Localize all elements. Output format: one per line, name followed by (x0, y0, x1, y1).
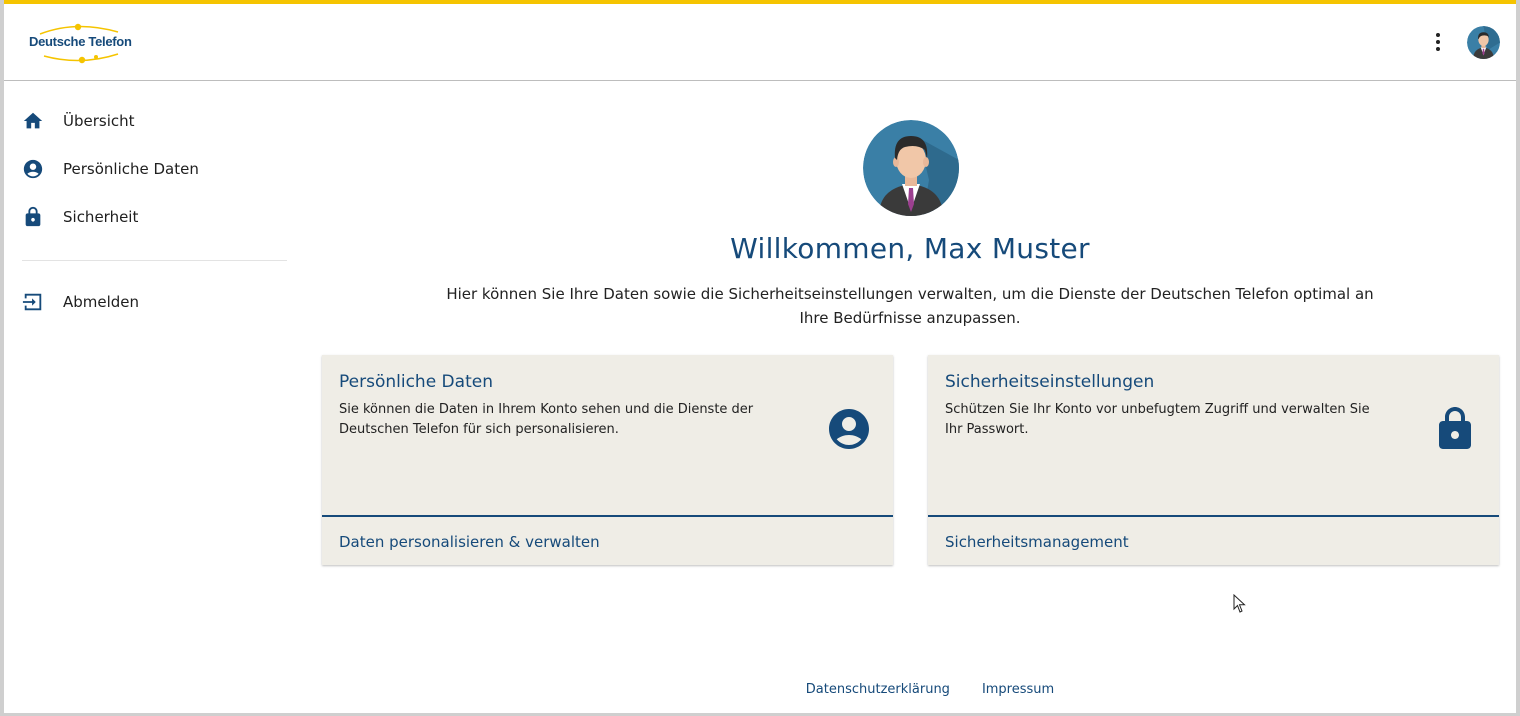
main-content: Willkommen, Max Muster Hier können Sie I… (305, 82, 1515, 702)
card-title: Persönliche Daten (339, 372, 493, 392)
brand-logo[interactable]: Deutsche Telefon (26, 22, 136, 64)
mouse-pointer-icon (1233, 594, 1246, 613)
privacy-policy-link[interactable]: Datenschutzerklärung (806, 682, 950, 697)
sidebar-item-label: Abmelden (63, 293, 140, 311)
security-management-link[interactable]: Sicherheitsmanagement (945, 533, 1129, 551)
sidebar: Übersicht Persönliche Daten Sicherheit A… (4, 82, 304, 702)
card-divider (322, 515, 893, 517)
imprint-link[interactable]: Impressum (982, 682, 1054, 697)
card-personal-data: Persönliche Daten Sie können die Daten i… (322, 355, 893, 565)
lock-icon (22, 206, 44, 228)
profile-avatar (863, 120, 959, 216)
intro-text: Hier können Sie Ihre Daten sowie die Sic… (446, 285, 1374, 327)
footer: Datenschutzerklärung Impressum (305, 682, 1515, 697)
sidebar-item-overview[interactable]: Übersicht (22, 103, 292, 139)
more-vert-icon[interactable] (1426, 30, 1450, 54)
home-icon (22, 110, 44, 132)
welcome-heading: Willkommen, Max Muster (730, 232, 1090, 265)
account-circle-icon (825, 405, 873, 453)
sidebar-item-personal-data[interactable]: Persönliche Daten (22, 151, 292, 187)
sidebar-item-label: Persönliche Daten (63, 160, 199, 178)
sidebar-item-logout[interactable]: Abmelden (22, 284, 292, 320)
app-header: Deutsche Telefon (4, 4, 1516, 81)
sidebar-item-label: Sicherheit (63, 208, 139, 226)
sidebar-divider (22, 260, 287, 261)
card-divider (928, 515, 1499, 517)
sidebar-item-label: Übersicht (63, 112, 135, 130)
personalize-data-link[interactable]: Daten personalisieren & verwalten (339, 533, 600, 551)
card-description: Sie können die Daten in Ihrem Konto sehe… (339, 402, 754, 437)
card-security-settings: Sicherheitseinstellungen Schützen Sie Ih… (928, 355, 1499, 565)
logout-icon (22, 291, 44, 313)
card-description: Schützen Sie Ihr Konto vor unbefugtem Zu… (945, 402, 1370, 437)
user-avatar-icon[interactable] (1467, 26, 1500, 59)
sidebar-item-security[interactable]: Sicherheit (22, 199, 292, 235)
logo-text: Deutsche Telefon (29, 34, 132, 49)
card-title: Sicherheitseinstellungen (945, 372, 1155, 392)
lock-icon (1431, 405, 1479, 453)
account-circle-icon (22, 158, 44, 180)
